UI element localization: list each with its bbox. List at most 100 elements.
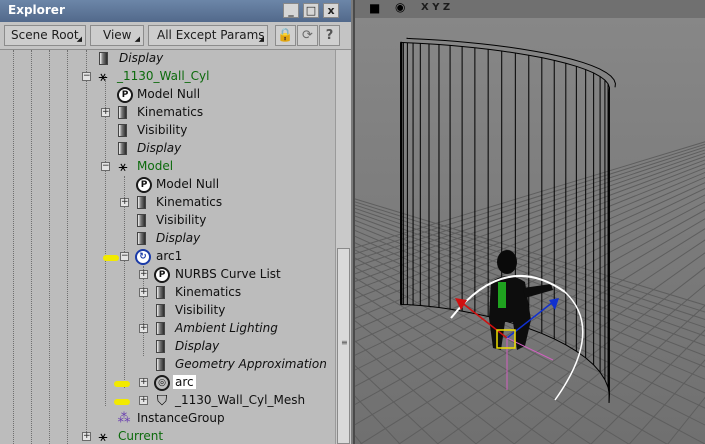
lock-icon[interactable]: 🔒 xyxy=(275,25,296,46)
tree-item-label: Model Null xyxy=(156,177,220,191)
tree-item-label: Display xyxy=(137,141,182,155)
dropdown-arrow-icon: ◢ xyxy=(134,35,140,43)
highlight-marker xyxy=(103,255,119,261)
eye-icon[interactable]: ◉ xyxy=(395,0,405,14)
tree-item-display[interactable]: Display xyxy=(0,50,335,68)
tree-item-arc[interactable]: + ◎ arc xyxy=(0,374,335,392)
explorer-panel: Explorer _ □ x Scene Root ◢ View ◢ All E… xyxy=(0,0,351,444)
highlight-marker xyxy=(114,399,130,405)
parameter-icon xyxy=(156,358,165,371)
tree-item-label: Model xyxy=(137,159,174,173)
dropdown-arrow-icon: ◢ xyxy=(76,35,82,43)
tree-item-model-null[interactable]: P Model Null xyxy=(0,176,335,194)
axes-label[interactable]: X Y Z xyxy=(421,2,450,13)
tree-item-model-null[interactable]: P Model Null xyxy=(0,86,335,104)
minimize-icon[interactable]: _ xyxy=(283,3,299,18)
tree-item-label: NURBS Curve List xyxy=(175,267,281,281)
maximize-icon[interactable]: □ xyxy=(303,3,319,18)
tree-item-label: Current xyxy=(118,429,164,443)
parameter-icon xyxy=(156,304,165,317)
dropdown-arrow-icon: ◢ xyxy=(258,35,264,43)
filter-button[interactable]: All Except Params ◢ xyxy=(148,25,268,46)
tree-item-wall-cyl-mesh[interactable]: + ⛉ _1130_Wall_Cyl_Mesh xyxy=(0,392,335,410)
expand-icon[interactable]: + xyxy=(82,432,91,441)
highlight-marker xyxy=(114,381,130,387)
tree-item-visibility[interactable]: Visibility xyxy=(0,302,335,320)
tree-item-kinematics[interactable]: + Kinematics xyxy=(0,104,335,122)
tree-item-visibility[interactable]: Visibility xyxy=(0,212,335,230)
expand-icon[interactable]: + xyxy=(120,198,129,207)
parameter-icon xyxy=(137,214,146,227)
model-icon: ⚹ xyxy=(98,427,108,444)
tree-item-arc1[interactable]: − ↻ arc1 xyxy=(0,248,335,266)
tree-item-kinematics[interactable]: + Kinematics xyxy=(0,284,335,302)
parameter-icon xyxy=(156,286,165,299)
close-icon[interactable]: x xyxy=(323,3,339,18)
scene-render xyxy=(355,0,705,444)
tree-item-display[interactable]: Display xyxy=(0,230,335,248)
mesh-icon: ⛉ xyxy=(156,393,168,409)
view-label: View xyxy=(103,28,132,42)
parameter-icon xyxy=(118,106,127,119)
tree-item-label: Display xyxy=(156,231,201,245)
scrollbar-thumb[interactable]: ≡ xyxy=(337,248,350,444)
primitive-icon: P xyxy=(154,267,170,283)
explorer-toolbar: Scene Root ◢ View ◢ All Except Params ◢ … xyxy=(0,22,351,50)
tree-item-label: Model Null xyxy=(137,87,201,101)
parameter-icon xyxy=(137,196,146,209)
parameter-icon xyxy=(118,124,127,137)
help-icon[interactable]: ? xyxy=(319,25,340,46)
scene-tree: Display − ⚹ _1130_Wall_Cyl P Model Null … xyxy=(0,50,335,444)
expand-icon[interactable]: + xyxy=(139,288,148,297)
tree-item-label: arc xyxy=(173,375,196,389)
tree-item-model[interactable]: − ⚹ Model xyxy=(0,158,335,176)
expand-icon[interactable]: + xyxy=(139,378,148,387)
expand-icon[interactable]: + xyxy=(101,108,110,117)
curve-object-icon: ↻ xyxy=(135,249,151,265)
parameter-icon xyxy=(99,52,108,65)
viewport-toolbar: ■ ◉ X Y Z xyxy=(355,0,705,18)
title-bar[interactable]: Explorer _ □ x xyxy=(0,0,351,22)
tree-item-wall-cyl[interactable]: − ⚹ _1130_Wall_Cyl xyxy=(0,68,335,86)
collapse-icon[interactable]: − xyxy=(82,72,91,81)
window-title: Explorer xyxy=(8,3,65,17)
tree-item-label: _1130_Wall_Cyl xyxy=(117,69,210,83)
expand-icon[interactable]: + xyxy=(139,270,148,279)
tree-item-geometry-approximation[interactable]: Geometry Approximation xyxy=(0,356,335,374)
arc-curve-icon: ◎ xyxy=(154,375,170,391)
refresh-icon[interactable]: ⟳ xyxy=(297,25,318,46)
filter-label: All Except Params xyxy=(157,28,265,42)
instance-group-icon: ⁂ xyxy=(117,411,131,426)
tree-item-kinematics[interactable]: + Kinematics xyxy=(0,194,335,212)
tree-item-label: arc1 xyxy=(156,249,183,263)
camera-icon[interactable]: ■ xyxy=(369,1,380,15)
expand-icon[interactable]: + xyxy=(139,396,148,405)
parameter-icon xyxy=(156,322,165,335)
expand-icon[interactable]: + xyxy=(139,324,148,333)
view-button[interactable]: View ◢ xyxy=(90,25,144,46)
parameter-icon xyxy=(156,340,165,353)
scene-root-button[interactable]: Scene Root ◢ xyxy=(4,25,86,46)
tree-item-instance-group[interactable]: ⁂ InstanceGroup xyxy=(0,410,335,428)
model-icon: ⚹ xyxy=(118,157,128,175)
tree-item-ambient-lighting[interactable]: + Ambient Lighting xyxy=(0,320,335,338)
tree-item-current[interactable]: + ⚹ Current xyxy=(0,428,335,444)
collapse-icon[interactable]: − xyxy=(101,162,110,171)
tree-scrollbar[interactable]: ≡ xyxy=(335,50,351,444)
tree-item-nurbs-curve-list[interactable]: + P NURBS Curve List xyxy=(0,266,335,284)
tree-item-label: Visibility xyxy=(175,303,226,317)
parameter-icon xyxy=(137,232,146,245)
grip-icon: ≡ xyxy=(341,338,348,347)
tree-item-label: InstanceGroup xyxy=(137,411,225,425)
tree-item-visibility[interactable]: Visibility xyxy=(0,122,335,140)
tree-item-label: Display xyxy=(119,51,164,65)
3d-viewport[interactable]: ■ ◉ X Y Z xyxy=(353,0,705,444)
null-icon: P xyxy=(117,87,133,103)
model-icon: ⚹ xyxy=(98,67,108,85)
scene-root-label: Scene Root xyxy=(11,28,79,42)
tree-item-display[interactable]: Display xyxy=(0,140,335,158)
tree-item-label: Visibility xyxy=(137,123,188,137)
tree-item-display[interactable]: Display xyxy=(0,338,335,356)
tree-item-label: Geometry Approximation xyxy=(175,357,327,371)
collapse-icon[interactable]: − xyxy=(120,252,129,261)
